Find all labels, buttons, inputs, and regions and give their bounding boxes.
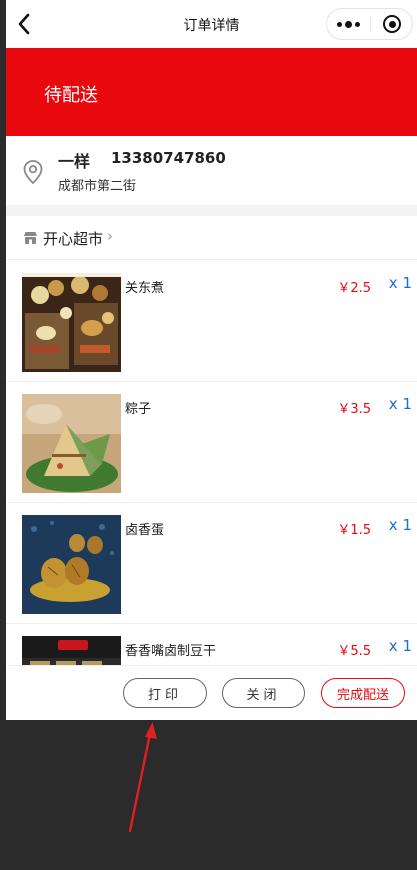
more-dots-icon bbox=[337, 20, 360, 28]
item-name: 关东煮 bbox=[125, 281, 165, 296]
order-status-banner: 待配送 bbox=[6, 48, 417, 136]
item-quantity: x 1 bbox=[388, 516, 412, 534]
more-options-button[interactable] bbox=[327, 9, 370, 39]
store-icon bbox=[24, 232, 37, 244]
zongzi-photo bbox=[22, 394, 121, 493]
oden-photo bbox=[22, 273, 121, 372]
delivery-address: 成都市第二街 bbox=[58, 179, 137, 194]
target-circle-icon bbox=[383, 15, 401, 33]
print-button[interactable]: 打印 bbox=[123, 678, 207, 708]
item-name: 粽子 bbox=[125, 402, 152, 417]
item-price: ￥3.5 bbox=[337, 402, 371, 417]
item-quantity: x 1 bbox=[388, 637, 412, 655]
miniprogram-capsule bbox=[326, 8, 413, 40]
order-item[interactable]: 卤香蛋 ￥1.5 x 1 bbox=[6, 503, 417, 624]
store-name: 开心超市 bbox=[43, 230, 104, 248]
tofu-snack-photo bbox=[22, 636, 121, 665]
action-bar: 打印 关闭 完成配送 bbox=[6, 665, 417, 720]
close-order-button[interactable]: 关闭 bbox=[222, 678, 305, 708]
chevron-right-icon: › bbox=[107, 227, 113, 245]
delivery-address-section: 一样 13380747860 成都市第二街 bbox=[6, 136, 417, 205]
navigation-bar: 订单详情 bbox=[6, 0, 417, 48]
item-price: ￥5.5 bbox=[337, 644, 371, 659]
complete-delivery-button[interactable]: 完成配送 bbox=[321, 678, 405, 708]
close-miniprogram-button[interactable] bbox=[371, 9, 413, 39]
order-items-list[interactable]: 关东煮 ￥2.5 x 1 粽子 ￥3.5 x 1 卤香蛋 ￥1.5 x 1 香香… bbox=[6, 261, 417, 665]
location-pin-icon bbox=[23, 160, 43, 185]
item-price: ￥2.5 bbox=[337, 281, 371, 296]
section-divider bbox=[6, 205, 417, 216]
order-item[interactable]: 香香嘴卤制豆干 ￥5.5 x 1 bbox=[6, 624, 417, 665]
item-name: 香香嘴卤制豆干 bbox=[125, 644, 217, 659]
app-screen: 订单详情 待配送 一样 13380747860 成都市第二街 开心超市 › 关东… bbox=[6, 0, 417, 720]
item-quantity: x 1 bbox=[388, 395, 412, 413]
store-header[interactable]: 开心超市 › bbox=[6, 216, 417, 260]
item-quantity: x 1 bbox=[388, 274, 412, 292]
order-item[interactable]: 粽子 ￥3.5 x 1 bbox=[6, 382, 417, 503]
item-name: 卤香蛋 bbox=[125, 523, 165, 538]
recipient-phone: 13380747860 bbox=[111, 149, 226, 167]
item-price: ￥1.5 bbox=[337, 523, 371, 538]
tea-egg-photo bbox=[22, 515, 121, 614]
recipient-name: 一样 bbox=[58, 152, 91, 171]
order-item[interactable]: 关东煮 ￥2.5 x 1 bbox=[6, 261, 417, 382]
order-status-text: 待配送 bbox=[44, 85, 98, 106]
